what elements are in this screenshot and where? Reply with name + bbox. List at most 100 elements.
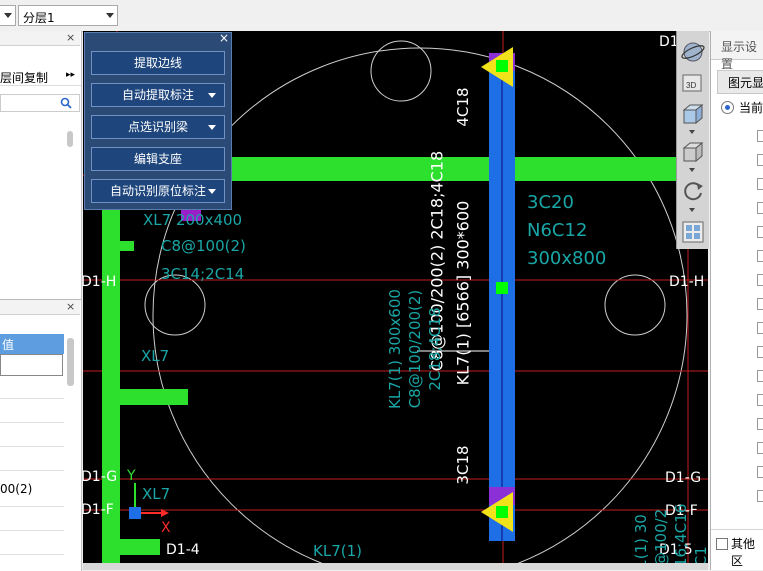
svg-text:3D: 3D bbox=[686, 81, 696, 90]
checkbox[interactable] bbox=[757, 490, 763, 502]
divider bbox=[711, 529, 763, 530]
view-3d-icon[interactable]: 3D bbox=[680, 69, 706, 95]
checkbox[interactable] bbox=[757, 154, 763, 166]
axis-label: D1-F bbox=[83, 502, 114, 518]
other-area-label: 其他区 bbox=[731, 537, 756, 568]
checkbox[interactable] bbox=[757, 442, 763, 454]
xl7-label: XL7 bbox=[142, 485, 171, 503]
chevron-down-icon[interactable] bbox=[689, 168, 695, 172]
xl-size-label: XL7 200x400 bbox=[143, 211, 243, 229]
close-icon[interactable]: × bbox=[66, 300, 75, 313]
chevron-down-icon[interactable] bbox=[208, 125, 216, 130]
small-circle bbox=[604, 274, 666, 336]
rotate-icon[interactable] bbox=[680, 177, 706, 203]
checkbox[interactable] bbox=[757, 274, 763, 286]
scrollbar-thumb[interactable] bbox=[67, 131, 73, 147]
right-annotation: 3C20 N6C12 300x800 bbox=[527, 192, 607, 269]
auto-extract-label-button[interactable]: 自动提取标注 bbox=[91, 83, 225, 107]
table-row bbox=[0, 530, 64, 531]
xl7-label: XL7 bbox=[141, 347, 170, 365]
table-row bbox=[0, 398, 64, 399]
kl-left-label: 2C18;4C18 bbox=[426, 307, 444, 391]
property-value-header: 值 bbox=[0, 334, 64, 354]
radio-label: 当前 bbox=[739, 101, 763, 115]
table-row bbox=[0, 470, 64, 471]
small-circle bbox=[144, 274, 206, 336]
kl-left-label: KL7(1) 300x600 bbox=[386, 289, 404, 409]
kl-left-label: C8@100/200(2) bbox=[406, 289, 424, 409]
checkbox[interactable] bbox=[757, 178, 763, 190]
grip-point bbox=[496, 506, 508, 518]
left-panel-bottom: × 值 00(2) bbox=[0, 299, 82, 571]
extract-edge-button[interactable]: 提取边线 bbox=[91, 51, 225, 75]
axis-label: D1-H bbox=[83, 274, 117, 290]
view-toolbar: 3D bbox=[676, 31, 709, 249]
kl-right-label: 2C16;4C16 bbox=[672, 503, 690, 570]
beam-stub bbox=[120, 241, 134, 251]
xl-beam bbox=[120, 389, 188, 405]
table-row bbox=[0, 506, 64, 507]
kl-bottom-label: KL7(1) bbox=[313, 542, 362, 560]
xl-bars-label: 3C14;2C14 bbox=[161, 265, 245, 283]
chevron-down-icon[interactable] bbox=[208, 93, 216, 98]
layer-copy-item[interactable]: 层间复制 ▸▸ bbox=[0, 67, 81, 86]
panel-header: × bbox=[0, 300, 80, 315]
checkbox[interactable] bbox=[757, 130, 763, 142]
orbit-icon[interactable] bbox=[680, 39, 706, 65]
recognition-float-menu: × 提取边线 自动提取标注 点选识别梁 编辑支座 自动识别原位标注 bbox=[84, 31, 232, 210]
search-icon[interactable] bbox=[60, 97, 72, 109]
panel-header: 显示设置 bbox=[711, 31, 763, 71]
grip-point bbox=[496, 282, 508, 294]
checkbox[interactable] bbox=[757, 418, 763, 430]
left-panel-top: × 层间复制 ▸▸ bbox=[0, 31, 82, 299]
chevron-down-icon[interactable] bbox=[689, 208, 695, 212]
view-iso-icon[interactable] bbox=[680, 101, 706, 127]
kl-right-label: N6C1 bbox=[692, 546, 708, 570]
top-toolbar: 分层1 bbox=[0, 0, 763, 32]
checkbox[interactable] bbox=[757, 466, 763, 478]
table-row bbox=[0, 422, 64, 423]
display-settings-panel: 显示设置 图元显 当前 其他区 bbox=[710, 31, 763, 570]
edit-support-button[interactable]: 编辑支座 bbox=[91, 147, 225, 171]
kl-right-label: KL1(1) 30 bbox=[632, 514, 650, 570]
panel-header: × bbox=[0, 31, 80, 46]
search-input[interactable] bbox=[0, 94, 80, 112]
property-value-cell[interactable] bbox=[0, 354, 63, 376]
xl-stirrup-label: C8@100(2) bbox=[161, 237, 246, 255]
kl-right-label: C8@100/2 bbox=[652, 508, 670, 570]
chevron-down-icon[interactable] bbox=[689, 130, 695, 134]
chevron-down-icon bbox=[106, 13, 114, 18]
scrollbar-thumb[interactable] bbox=[67, 338, 74, 386]
chevron-down-icon[interactable] bbox=[208, 189, 216, 194]
other-area-checkbox[interactable] bbox=[716, 538, 728, 550]
checkbox[interactable] bbox=[757, 322, 763, 334]
checkbox[interactable] bbox=[757, 250, 763, 262]
floor-layer-combo[interactable]: 分层1 bbox=[18, 5, 118, 26]
tab-element-display[interactable]: 图元显 bbox=[717, 70, 763, 94]
auto-identify-original-label-button[interactable]: 自动识别原位标注 bbox=[91, 179, 225, 203]
pick-identify-beam-button[interactable]: 点选识别梁 bbox=[91, 115, 225, 139]
checkbox[interactable] bbox=[757, 298, 763, 310]
checkbox[interactable] bbox=[757, 202, 763, 214]
current-floor-radio[interactable] bbox=[721, 101, 734, 114]
axis-label: D1-H bbox=[669, 274, 705, 290]
checkbox[interactable] bbox=[757, 370, 763, 382]
expand-icon: ▸▸ bbox=[66, 70, 76, 80]
small-circle bbox=[370, 40, 432, 102]
xl-beam bbox=[120, 539, 160, 555]
table-row bbox=[0, 554, 64, 555]
close-icon[interactable]: × bbox=[219, 31, 229, 45]
top-rebar-label: 4C18 bbox=[454, 87, 472, 127]
layer-type-combo[interactable] bbox=[0, 5, 16, 26]
checkbox[interactable] bbox=[757, 346, 763, 358]
status-strip bbox=[83, 563, 708, 570]
axis-label: D1-G bbox=[83, 469, 118, 485]
grid-layout-icon[interactable] bbox=[680, 219, 706, 245]
ucs-x-label: X bbox=[161, 520, 171, 536]
table-row bbox=[0, 446, 64, 447]
close-icon[interactable]: × bbox=[66, 31, 75, 44]
checkbox[interactable] bbox=[757, 394, 763, 406]
view-box-icon[interactable] bbox=[680, 139, 706, 165]
checkbox[interactable] bbox=[757, 226, 763, 238]
chevron-down-icon bbox=[4, 13, 12, 18]
